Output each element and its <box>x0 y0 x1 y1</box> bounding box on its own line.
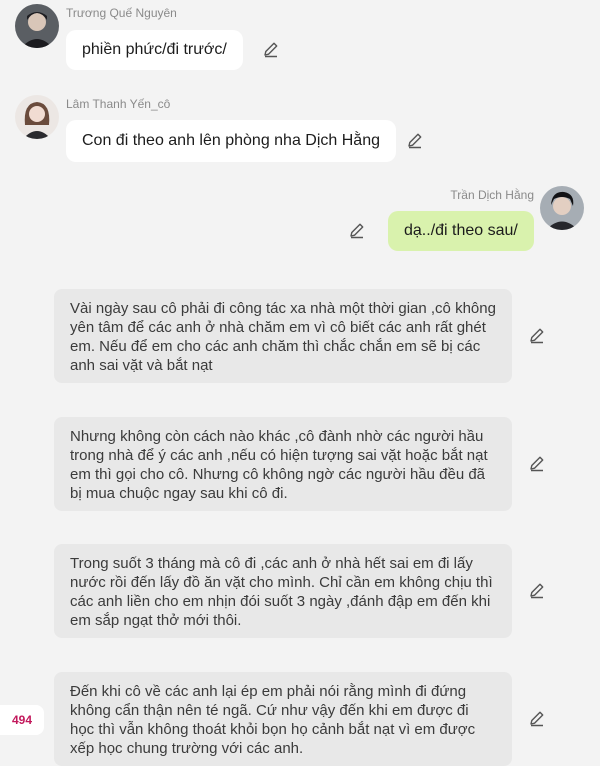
edit-icon[interactable] <box>528 581 546 599</box>
male-avatar-icon <box>540 186 584 230</box>
sender-name: Trần Dịch Hằng <box>450 188 534 202</box>
sender-avatar[interactable] <box>15 4 59 48</box>
sender-avatar[interactable] <box>15 95 59 139</box>
edit-icon[interactable] <box>262 40 280 58</box>
edit-icon[interactable] <box>528 454 546 472</box>
sender-name: Trương Quế Nguyên <box>66 6 177 20</box>
edit-icon[interactable] <box>528 326 546 344</box>
narration-block[interactable]: Nhưng không còn cách nào khác ,cô đành n… <box>54 417 512 511</box>
message-bubble[interactable]: phiền phức/đi trước/ <box>66 30 243 70</box>
female-avatar-icon <box>15 95 59 139</box>
count-badge[interactable]: 494 <box>0 705 44 735</box>
message-bubble[interactable]: dạ../đi theo sau/ <box>388 211 534 251</box>
male-avatar-icon <box>15 4 59 48</box>
edit-icon[interactable] <box>528 709 546 727</box>
edit-icon[interactable] <box>348 221 366 239</box>
sender-avatar[interactable] <box>540 186 584 230</box>
narration-block[interactable]: Vài ngày sau cô phải đi công tác xa nhà … <box>54 289 512 383</box>
message-bubble[interactable]: Con đi theo anh lên phòng nha Dịch Hằng <box>66 120 396 162</box>
narration-block[interactable]: Đến khi cô về các anh lại ép em phải nói… <box>54 672 512 766</box>
edit-icon[interactable] <box>406 131 424 149</box>
narration-block[interactable]: Trong suốt 3 tháng mà cô đi ,các anh ở n… <box>54 544 512 638</box>
sender-name: Lâm Thanh Yến_cô <box>66 97 171 111</box>
